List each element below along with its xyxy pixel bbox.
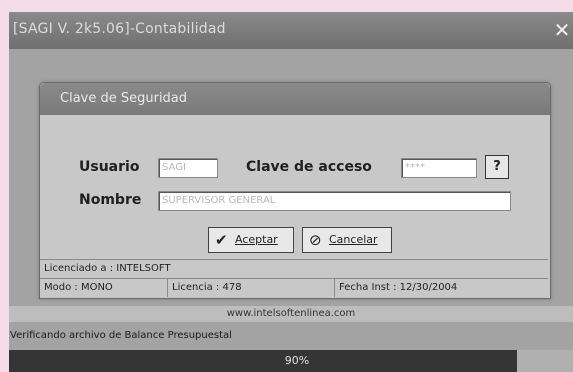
licenciado-text: Licenciado a : INTELSOFT: [44, 263, 171, 274]
close-icon[interactable]: ✕: [551, 15, 573, 45]
nombre-input[interactable]: [158, 191, 511, 211]
progress-bar: 90%: [9, 350, 573, 372]
aceptar-button[interactable]: ✔ Aceptar: [208, 227, 294, 253]
website-bar: www.intelsoftenlinea.com: [9, 306, 573, 322]
usuario-label: Usuario: [79, 159, 140, 175]
nombre-label: Nombre: [79, 192, 142, 208]
website-text: www.intelsoftenlinea.com: [226, 308, 356, 319]
progress-label: 90%: [284, 354, 310, 367]
licencia-text: Licencia : 478: [168, 279, 335, 297]
status-message: Verificando archivo de Balance Presupues…: [9, 328, 573, 344]
cancelar-button[interactable]: ⊘ Cancelar: [302, 227, 392, 253]
cancel-icon: ⊘: [309, 231, 322, 249]
window-title: [SAGI V. 2k5.06]-Contabilidad: [13, 21, 226, 37]
dialog-titlebar[interactable]: Clave de Seguridad: [40, 83, 550, 115]
checkmark-icon: ✔: [215, 231, 228, 249]
license-row: Licenciado a : INTELSOFT: [40, 259, 548, 278]
help-button[interactable]: ?: [485, 155, 509, 179]
status-row: Modo : MONO Licencia : 478 Fecha Inst : …: [40, 278, 548, 297]
window-titlebar[interactable]: [SAGI V. 2k5.06]-Contabilidad ✕: [9, 12, 573, 49]
cancelar-label: Cancelar: [329, 233, 378, 246]
fecha-text: Fecha Inst : 12/30/2004: [339, 282, 458, 293]
clave-input[interactable]: [401, 158, 477, 178]
modo-text: Modo : MONO: [40, 279, 168, 297]
aceptar-label: Aceptar: [235, 233, 278, 246]
clave-label: Clave de acceso: [246, 159, 372, 175]
usuario-input[interactable]: [158, 158, 218, 178]
app-window: [SAGI V. 2k5.06]-Contabilidad ✕ Clave de…: [9, 12, 573, 372]
dialog-title: Clave de Seguridad: [60, 91, 188, 106]
security-dialog: Clave de Seguridad Usuario Clave de acce…: [39, 82, 551, 299]
